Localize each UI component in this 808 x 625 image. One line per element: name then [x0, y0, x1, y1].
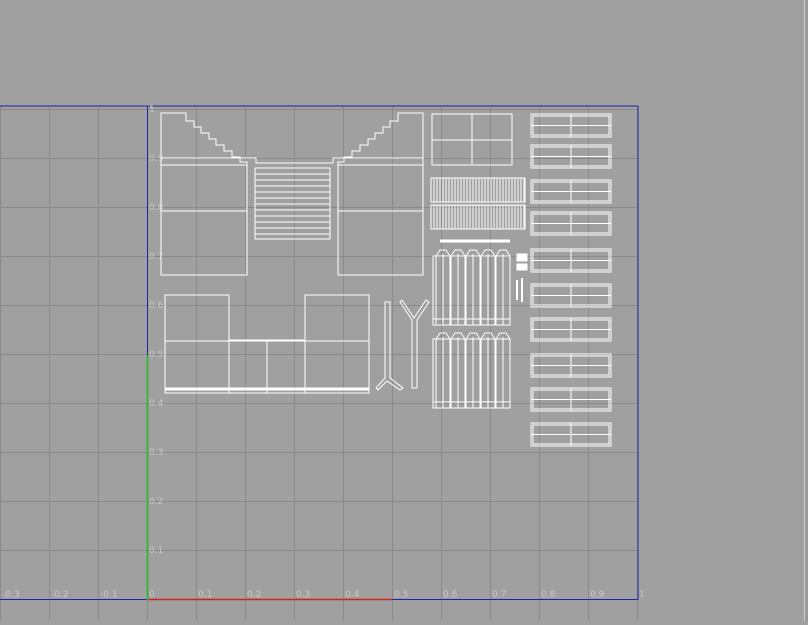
u-axis-label: -0.1 — [100, 590, 118, 600]
uv-editor-viewport[interactable]: -0.3 -0.2 -0.1 0 0.1 0.2 0.3 0.4 0.5 0.6 0.7 0.8 0.9… — [0, 0, 808, 621]
v-axis-label: 0.1 — [149, 546, 163, 556]
uv-shell-frame[interactable] — [530, 317, 612, 342]
uv-grid — [0, 106, 638, 621]
uv-axes — [146, 355, 392, 601]
u-axis-label: 0.1 — [198, 590, 212, 600]
u-axis-label: 0.3 — [296, 590, 310, 600]
uv-shells[interactable] — [160, 112, 612, 447]
v-axis-label: 0.6 — [149, 301, 164, 311]
uv-shell-frames[interactable] — [530, 113, 612, 447]
uv-canvas[interactable]: -0.3 -0.2 -0.1 0 0.1 0.2 0.3 0.4 0.5 0.6 0.7 0.8 0.9… — [0, 0, 808, 621]
v-axis-label: 0.3 — [149, 448, 163, 458]
uv-shell-slats[interactable] — [430, 177, 526, 230]
uv-shell-stair-right[interactable] — [337, 112, 424, 276]
v-axis-label: 1 — [149, 105, 155, 115]
uv-shell-frame[interactable] — [530, 179, 612, 204]
u-axis-label: 0.2 — [247, 590, 261, 600]
uv-shell-steps[interactable] — [254, 167, 331, 240]
u-axis-label: 0.7 — [492, 590, 506, 600]
uv-shell-columns[interactable] — [432, 249, 511, 409]
u-axis-label: -0.3 — [2, 590, 20, 600]
uv-shell-frame[interactable] — [530, 283, 612, 308]
u-axis-label: 0.6 — [443, 590, 458, 600]
v-axis-label: 0.5 — [149, 350, 163, 360]
uv-shell-frame[interactable] — [530, 248, 612, 273]
viewport-scroll-edge[interactable] — [804, 0, 808, 621]
uv-shell-panel[interactable] — [431, 113, 513, 166]
u-axis-label: -0.2 — [51, 590, 69, 600]
uv-shell-frame[interactable] — [530, 211, 612, 236]
uv-shell-frame[interactable] — [530, 353, 612, 378]
v-axis-label: 0.4 — [149, 399, 164, 409]
u-axis-label: 0 — [149, 590, 155, 600]
u-axis-label: 0.4 — [345, 590, 360, 600]
u-axis-label: 1 — [639, 590, 645, 600]
v-axis-label: 0.2 — [149, 497, 163, 507]
u-axis-label: 0.9 — [590, 590, 605, 600]
u-axis-label: 0.8 — [541, 590, 556, 600]
uv-shell-frame[interactable] — [530, 144, 612, 169]
uv-shell-frame[interactable] — [530, 422, 612, 447]
uv-shell-stair-left[interactable] — [160, 112, 248, 276]
uv-shell-rails[interactable] — [375, 299, 430, 391]
uv-shell-frame[interactable] — [530, 387, 612, 412]
uv-shell-base[interactable] — [164, 294, 370, 394]
uv-shell-frame[interactable] — [530, 113, 612, 138]
u-axis-label: 0.5 — [394, 590, 408, 600]
